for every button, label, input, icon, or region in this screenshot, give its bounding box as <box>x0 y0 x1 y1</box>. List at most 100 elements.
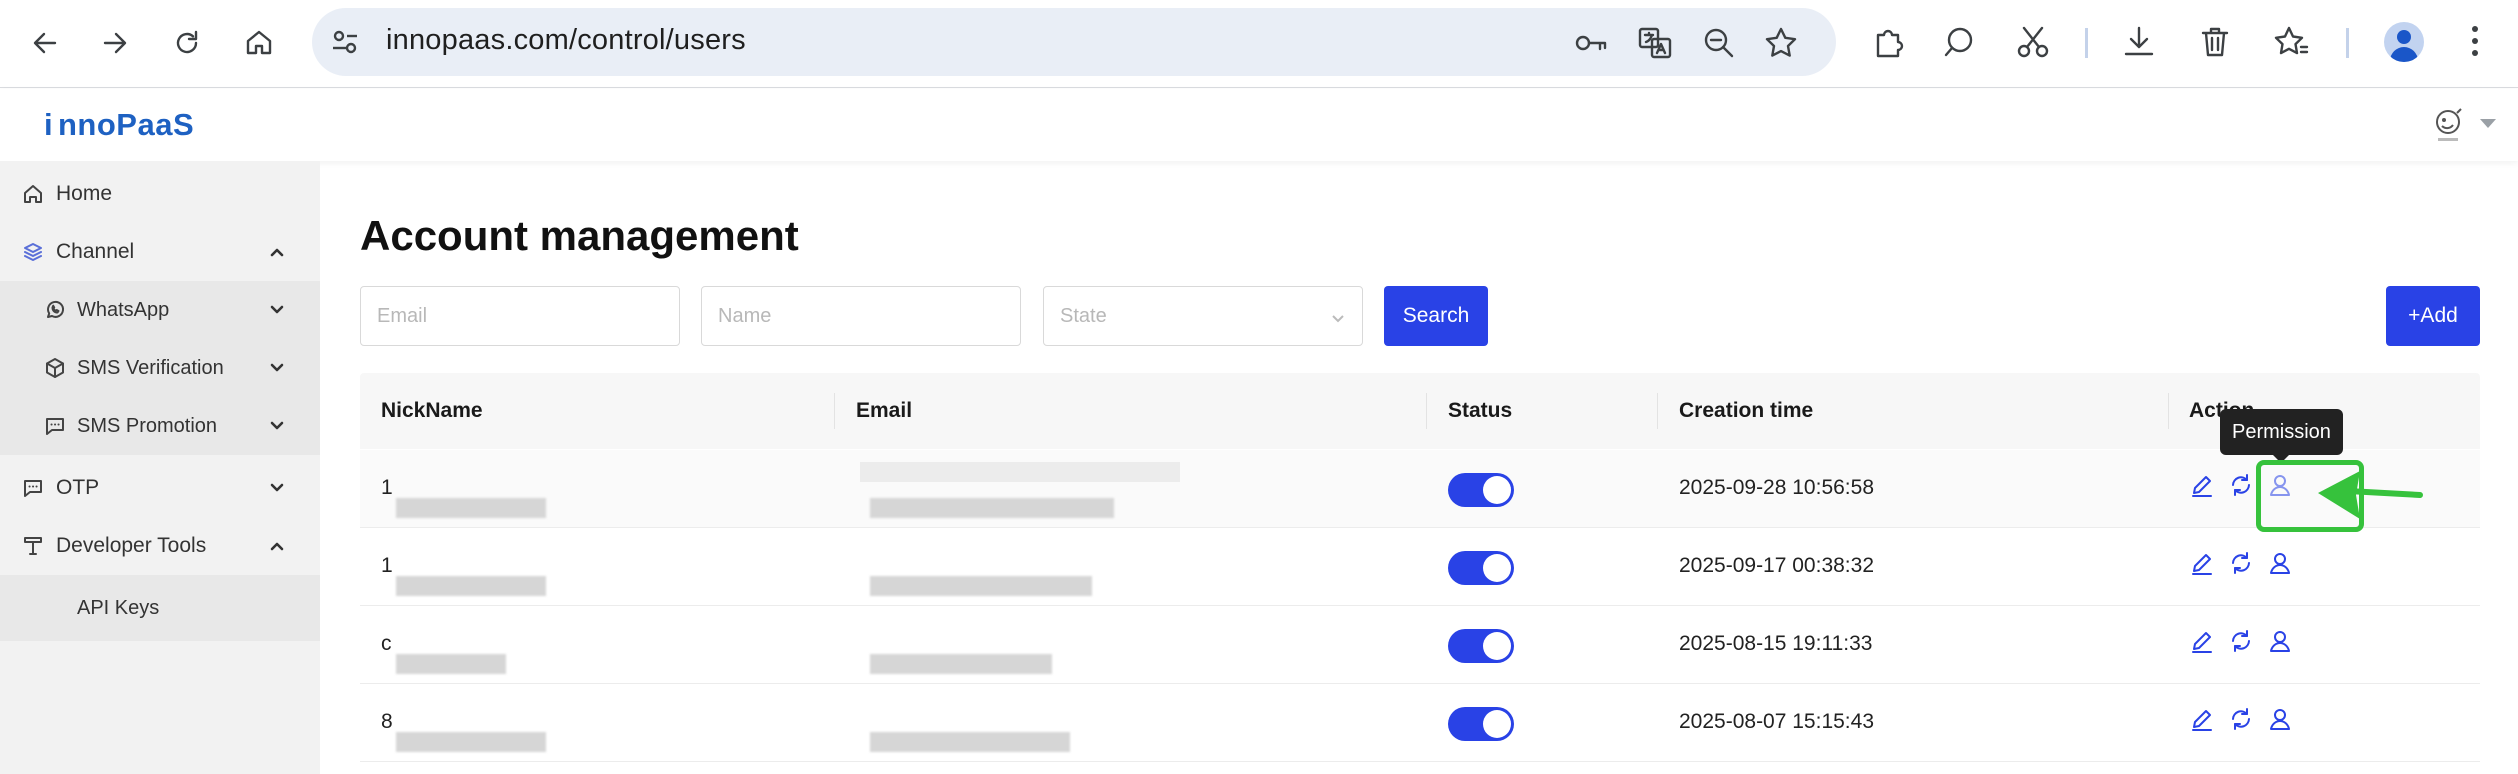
edit-icon[interactable] <box>2189 472 2215 498</box>
back-button[interactable] <box>20 18 70 68</box>
address-bar[interactable]: innopaas.com/control/users <box>312 8 1836 76</box>
annotation-arrow-icon <box>2318 471 2423 519</box>
redacted-email <box>870 576 1092 596</box>
state-select[interactable]: State <box>1043 286 1363 346</box>
sidebar-item-label: Developer Tools <box>56 534 207 557</box>
sidebar-item-developer-tools[interactable]: Developer Tools <box>0 517 320 575</box>
nickname-cell: 1 <box>381 554 393 577</box>
email-input[interactable] <box>377 304 663 328</box>
creation-time-cell: 2025-08-07 15:15:43 <box>1679 710 1874 733</box>
sidebar-item-whatsapp[interactable]: WhatsApp <box>0 281 320 339</box>
redacted-nickname <box>396 732 546 752</box>
redacted-nickname <box>396 654 506 674</box>
name-filter-field[interactable] <box>701 286 1021 346</box>
permission-icon[interactable] <box>2267 706 2293 732</box>
reset-icon[interactable] <box>2228 628 2254 654</box>
chevron-down-icon <box>268 417 286 435</box>
tool-icon <box>22 535 44 557</box>
edit-icon[interactable] <box>2189 706 2215 732</box>
state-select-placeholder: State <box>1060 304 1107 327</box>
add-user-button[interactable]: +Add <box>2386 286 2480 346</box>
chevron-up-icon <box>268 537 286 555</box>
trash-icon[interactable] <box>2196 23 2234 61</box>
bookmarks-star-icon[interactable] <box>2272 23 2310 61</box>
permission-icon[interactable] <box>2267 550 2293 576</box>
download-icon[interactable] <box>2120 23 2158 61</box>
sidebar-item-sms-promotion[interactable]: SMS Promotion <box>0 397 320 455</box>
bookmark-star-icon[interactable] <box>1762 24 1800 62</box>
status-toggle[interactable] <box>1448 629 1514 663</box>
sidebar-item-label: API Keys <box>77 596 160 619</box>
search-chat-icon[interactable] <box>1940 23 1978 61</box>
toolbar-divider <box>2346 28 2349 58</box>
user-menu-caret-icon[interactable] <box>2480 119 2496 128</box>
avatar-body <box>2390 47 2418 62</box>
chevron-down-icon <box>268 359 286 377</box>
chevron-down-icon <box>1330 309 1346 325</box>
permission-tooltip: Permission <box>2220 409 2343 463</box>
reload-icon <box>176 30 198 54</box>
home-button[interactable] <box>234 18 284 68</box>
sidebar-item-home[interactable]: Home <box>0 165 320 223</box>
redacted-email <box>870 498 1114 518</box>
translate-icon[interactable] <box>1636 24 1674 62</box>
browser-toolbar: innopaas.com/control/users <box>0 0 2518 88</box>
toggle-knob <box>1483 476 1511 504</box>
chevron-down-icon <box>268 479 286 497</box>
sidebar-item-label: SMS Verification <box>77 356 224 379</box>
sidebar-item-label: Channel <box>56 240 135 263</box>
table-row: 8 2025-08-07 15:15:43 <box>360 684 2480 762</box>
status-toggle[interactable] <box>1448 473 1514 507</box>
redacted-nickname <box>396 498 546 518</box>
table-row: 1 2025-09-28 10:56:58 <box>360 450 2480 528</box>
sidebar-item-sms-verification[interactable]: SMS Verification <box>0 339 320 397</box>
password-key-icon[interactable] <box>1572 24 1610 62</box>
back-arrow-icon <box>33 32 57 54</box>
sidebar-item-channel[interactable]: Channel <box>0 223 320 281</box>
whatsapp-icon <box>44 299 66 321</box>
redacted-email <box>870 654 1052 674</box>
status-toggle[interactable] <box>1448 707 1514 741</box>
column-divider <box>1657 393 1658 429</box>
sidebar: Home Channel WhatsApp SMS Verification S… <box>0 161 320 774</box>
avatar-head <box>2397 30 2411 44</box>
redacted-nickname <box>396 576 546 596</box>
layers-icon <box>22 241 44 263</box>
status-toggle[interactable] <box>1448 551 1514 585</box>
creation-time-cell: 2025-09-28 10:56:58 <box>1679 476 1874 499</box>
table-header: NickName Email Status Creation time Acti… <box>360 373 2480 449</box>
reset-icon[interactable] <box>2228 706 2254 732</box>
column-header-status: Status <box>1448 399 1513 422</box>
profile-avatar[interactable] <box>2384 22 2424 62</box>
chat-dots-icon <box>22 477 44 499</box>
sidebar-item-label: Home <box>56 182 113 205</box>
innopaas-logo[interactable]: i nnoPaaS <box>44 107 194 143</box>
scissors-icon[interactable] <box>2014 23 2052 61</box>
url-text[interactable]: innopaas.com/control/users <box>386 24 746 57</box>
toolbar-divider <box>2085 28 2088 58</box>
search-button[interactable]: Search <box>1384 286 1488 346</box>
app-header: i nnoPaaS <box>0 89 2518 161</box>
logo-text: nnoPaaS <box>58 107 195 142</box>
edit-icon[interactable] <box>2189 550 2215 576</box>
forward-button[interactable] <box>90 18 140 68</box>
sidebar-item-api-keys[interactable]: API Keys <box>0 575 320 641</box>
user-avatar-icon[interactable] <box>2428 105 2468 145</box>
extensions-puzzle-icon[interactable] <box>1870 23 1908 61</box>
browser-menu-button[interactable] <box>2470 26 2480 60</box>
reset-icon[interactable] <box>2228 550 2254 576</box>
name-input[interactable] <box>718 304 1004 328</box>
permission-icon[interactable] <box>2267 628 2293 654</box>
site-settings-icon[interactable] <box>328 25 362 59</box>
sidebar-item-label: OTP <box>56 476 100 499</box>
edit-icon[interactable] <box>2189 628 2215 654</box>
creation-time-cell: 2025-09-17 00:38:32 <box>1679 554 1874 577</box>
reload-button[interactable] <box>162 18 212 68</box>
sidebar-item-label: SMS Promotion <box>77 414 218 437</box>
toggle-knob <box>1483 554 1511 582</box>
zoom-out-icon[interactable] <box>1700 24 1738 62</box>
chat-dots-icon <box>44 415 66 437</box>
reset-icon[interactable] <box>2228 472 2254 498</box>
sidebar-item-otp[interactable]: OTP <box>0 459 320 517</box>
email-filter-field[interactable] <box>360 286 680 346</box>
